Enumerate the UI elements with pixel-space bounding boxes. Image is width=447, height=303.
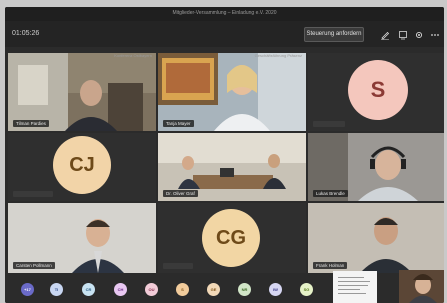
participant-chip[interactable]: IW xyxy=(269,283,282,296)
participant-name xyxy=(313,121,345,127)
avatar-initials: CJ xyxy=(69,154,95,176)
meeting-window: Mitglieder-Versammlung – Einladung e.V. … xyxy=(5,7,444,303)
more-icon[interactable] xyxy=(430,30,440,40)
participant-chip[interactable]: SG xyxy=(300,283,313,296)
take-control-button[interactable]: Steuerung anfordern xyxy=(304,27,364,42)
text-line xyxy=(338,289,360,290)
pen-icon[interactable] xyxy=(380,30,390,40)
avatar-initials: CG xyxy=(216,227,246,249)
avatar-tile[interactable]: CJ xyxy=(8,133,156,201)
participant-name xyxy=(13,191,53,197)
meeting-timer: 01:05:26 xyxy=(12,30,40,37)
video-tile[interactable]: Dr. Oliver Graf xyxy=(158,133,306,201)
avatar-tile[interactable]: CG xyxy=(158,203,306,273)
participant-name: Frank Holman xyxy=(313,262,348,269)
video-tile[interactable]: Lukas Brendle xyxy=(308,133,444,201)
avatar-tile[interactable]: S xyxy=(308,53,444,131)
participant-name: Tilman Pardies xyxy=(13,120,49,127)
shared-content-thumbnail[interactable] xyxy=(333,271,377,303)
participant-chip[interactable]: TI xyxy=(50,283,63,296)
video-tile[interactable]: Geschäftsführung Präsenz Tanja Mayer xyxy=(158,53,306,131)
video-grid: Konferenz Ostbayern Tilman Pardies Gesch… xyxy=(5,47,444,273)
participant-chip[interactable]: NR xyxy=(238,283,251,296)
video-tile[interactable]: Carsten Pollmann xyxy=(8,203,156,273)
participant-chip[interactable]: S xyxy=(176,283,189,296)
window-title: Mitglieder-Versammlung – Einladung e.V. … xyxy=(172,10,277,16)
participant-strip: +17 TI CR CH OU S GE NR IW SG xyxy=(5,275,325,303)
participant-avatar: CJ xyxy=(53,136,111,194)
gear-icon[interactable] xyxy=(414,30,424,40)
participant-name: Tanja Mayer xyxy=(163,120,194,127)
participant-avatar: CG xyxy=(202,209,260,267)
title-bar: Mitglieder-Versammlung – Einladung e.V. … xyxy=(5,7,444,21)
participant-name: Lukas Brendle xyxy=(313,190,348,197)
avatar-initials: S xyxy=(370,77,386,102)
participant-chip[interactable]: +17 xyxy=(21,283,34,296)
screen-icon[interactable] xyxy=(398,30,408,40)
participant-chip[interactable]: GE xyxy=(207,283,220,296)
text-line xyxy=(338,277,364,278)
video-tile[interactable]: Frank Holman xyxy=(308,203,444,273)
text-line xyxy=(338,293,366,294)
participant-name: Carsten Pollmann xyxy=(13,262,55,269)
text-line xyxy=(338,285,368,286)
participant-chip[interactable]: CH xyxy=(114,283,127,296)
participant-avatar: S xyxy=(348,60,408,120)
tile-title: Konferenz Ostbayern xyxy=(114,53,152,58)
tile-title: Geschäftsführung Präsenz xyxy=(254,53,302,58)
self-view-thumbnail[interactable] xyxy=(399,270,444,303)
self-video-feed xyxy=(399,270,444,303)
participant-chip[interactable]: CR xyxy=(82,283,95,296)
participant-name: Dr. Oliver Graf xyxy=(163,190,198,197)
participant-chip[interactable]: OU xyxy=(145,283,158,296)
video-tile[interactable]: Konferenz Ostbayern Tilman Pardies xyxy=(8,53,156,131)
meeting-toolbar: 01:05:26 Steuerung anfordern xyxy=(5,21,444,49)
participant-name xyxy=(163,263,193,269)
text-line xyxy=(338,281,370,282)
